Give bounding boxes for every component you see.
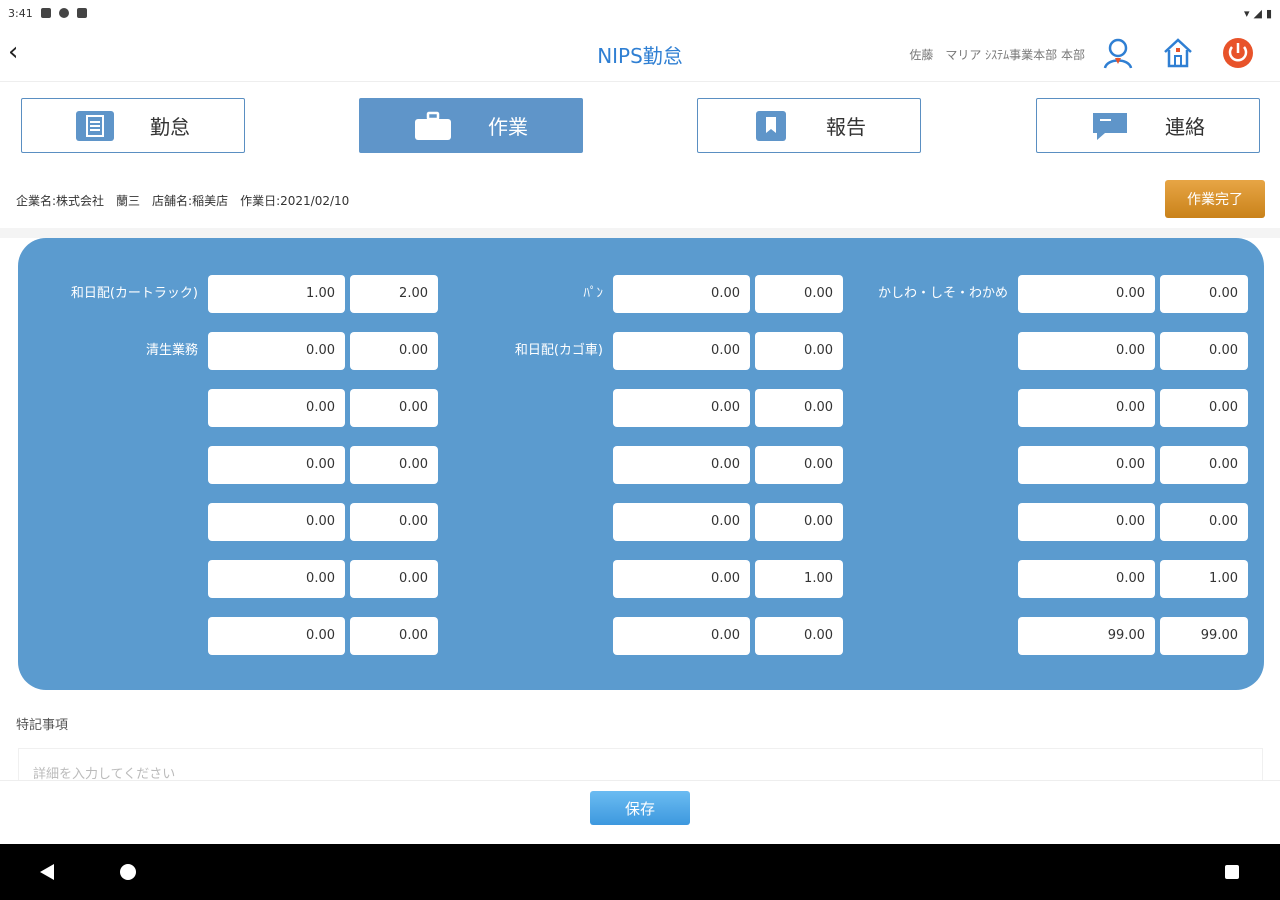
user-profile-icon[interactable] — [1101, 36, 1135, 70]
nav-recents-icon[interactable] — [1225, 865, 1239, 879]
wifi-icon: ▾ — [1243, 6, 1250, 20]
status-bar: 3:41 ▾ ◢ ▮ — [0, 0, 1280, 26]
hours-input[interactable]: 0.00 — [1018, 560, 1155, 598]
complete-work-button[interactable]: 作業完了 — [1165, 180, 1265, 218]
tab-kintai[interactable]: 勤怠 — [21, 98, 245, 153]
count-input[interactable]: 0.00 — [755, 332, 843, 370]
remarks-label: 特記事項 — [16, 718, 69, 733]
hours-input[interactable]: 0.00 — [208, 446, 345, 484]
count-input[interactable]: 0.00 — [350, 446, 438, 484]
clock: 3:41 — [8, 6, 33, 20]
hours-input[interactable]: 0.00 — [1018, 332, 1155, 370]
hours-input[interactable]: 0.00 — [613, 503, 750, 541]
android-nav-bar — [0, 844, 1280, 900]
hours-input[interactable]: 0.00 — [1018, 389, 1155, 427]
hours-input[interactable]: 0.00 — [208, 560, 345, 598]
hours-input[interactable]: 0.00 — [613, 275, 750, 313]
row-label: かしわ・しそ・わかめ — [877, 286, 1008, 301]
remarks-placeholder: 詳細を入力してください — [33, 767, 176, 780]
signal-icon: ◢ — [1253, 6, 1262, 20]
app-notification-icon — [58, 8, 69, 18]
nav-home-icon[interactable] — [120, 864, 136, 880]
save-button[interactable]: 保存 — [590, 791, 690, 825]
list-doc-icon — [76, 110, 114, 141]
count-input[interactable]: 0.00 — [755, 503, 843, 541]
work-hours-panel: 和日配(カートラック) 1.00 2.00 清生業務 0.00 0.00 0.00 0.00 0… — [18, 238, 1264, 690]
count-input[interactable]: 0.00 — [350, 389, 438, 427]
count-input[interactable]: 0.00 — [755, 389, 843, 427]
hours-input[interactable]: 0.00 — [613, 389, 750, 427]
briefcase-icon — [415, 111, 451, 140]
tab-label: 報告 — [826, 115, 866, 139]
divider — [0, 228, 1280, 238]
page-title: NIPS勤怠 — [597, 44, 683, 68]
row-label: 清生業務 — [145, 343, 198, 358]
count-input[interactable]: 0.00 — [755, 617, 843, 655]
hours-input[interactable]: 0.00 — [208, 389, 345, 427]
tab-label: 勤怠 — [150, 115, 190, 139]
user-info: 佐藤 マリア ｼｽﾃﾑ事業本部 本部 — [909, 48, 1085, 62]
tab-sagyou[interactable]: 作業 — [359, 98, 583, 153]
row-label: ﾊﾟﾝ — [583, 286, 604, 301]
battery-icon: ▮ — [1265, 6, 1272, 20]
hours-input[interactable]: 0.00 — [613, 332, 750, 370]
hours-input[interactable]: 0.00 — [208, 332, 345, 370]
bookmark-icon — [756, 110, 786, 141]
count-input[interactable]: 1.00 — [1160, 560, 1248, 598]
hours-input[interactable]: 0.00 — [613, 446, 750, 484]
sd-card-icon — [76, 8, 87, 18]
work-info: 企業名:株式会社 蘭三 店舗名:稲美店 作業日:2021/02/10 — [16, 194, 350, 208]
power-icon[interactable] — [1221, 36, 1255, 70]
count-input[interactable]: 0.00 — [1160, 503, 1248, 541]
hours-input[interactable]: 0.00 — [208, 617, 345, 655]
home-icon[interactable] — [1161, 36, 1195, 70]
count-input[interactable]: 0.00 — [1160, 446, 1248, 484]
app-header: ‹ NIPS勤怠 佐藤 マリア ｼｽﾃﾑ事業本部 本部 — [0, 26, 1280, 82]
count-input[interactable]: 0.00 — [1160, 275, 1248, 313]
count-input[interactable]: 0.00 — [1160, 332, 1248, 370]
hours-input[interactable]: 99.00 — [1018, 617, 1155, 655]
hours-input[interactable]: 0.00 — [613, 560, 750, 598]
hours-input[interactable]: 0.00 — [1018, 446, 1155, 484]
remarks-input[interactable]: 詳細を入力してください — [18, 748, 1263, 780]
tab-houkoku[interactable]: 報告 — [697, 98, 921, 153]
nav-back-icon[interactable] — [40, 864, 54, 880]
hours-input[interactable]: 1.00 — [208, 275, 345, 313]
count-input[interactable]: 1.00 — [755, 560, 843, 598]
count-input[interactable]: 0.00 — [350, 503, 438, 541]
tab-label: 連絡 — [1165, 115, 1205, 139]
row-label: 和日配(カゴ車) — [514, 343, 603, 358]
notification-icon — [40, 8, 51, 18]
count-input[interactable]: 0.00 — [350, 560, 438, 598]
hours-input[interactable]: 0.00 — [1018, 503, 1155, 541]
count-input[interactable]: 0.00 — [755, 446, 843, 484]
hours-input[interactable]: 0.00 — [613, 617, 750, 655]
count-input[interactable]: 0.00 — [1160, 389, 1248, 427]
chat-icon — [1093, 112, 1127, 140]
tab-label: 作業 — [488, 115, 528, 139]
hours-input[interactable]: 0.00 — [1018, 275, 1155, 313]
count-input[interactable]: 0.00 — [350, 617, 438, 655]
tab-renraku[interactable]: 連絡 — [1036, 98, 1260, 153]
row-label: 和日配(カートラック) — [70, 286, 198, 301]
hours-input[interactable]: 0.00 — [208, 503, 345, 541]
count-input[interactable]: 99.00 — [1160, 617, 1248, 655]
